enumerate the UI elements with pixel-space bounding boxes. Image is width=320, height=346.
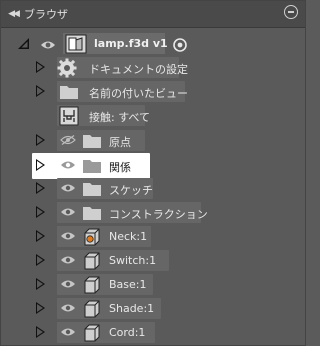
tree-item-label: 原点 <box>109 136 131 149</box>
expand-triangle-icon[interactable] <box>36 182 45 194</box>
root-label: lamp.f3d v1 <box>94 37 168 50</box>
browser-panel: ◀◀ ブラウザ lamp.f3d v1 ドキュメントの設定 名前の付いたビュー … <box>0 0 306 346</box>
eye-icon[interactable] <box>60 160 76 170</box>
tree-row-origin[interactable]: 原点 <box>1 129 305 153</box>
expand-triangle-icon[interactable] <box>36 230 45 242</box>
tree-row-sketches[interactable]: スケッチ <box>1 177 305 201</box>
eye-icon[interactable] <box>60 231 76 241</box>
collapse-triangle-icon[interactable] <box>18 38 30 50</box>
eye-icon[interactable] <box>60 255 76 265</box>
tree-item-label: Shade:1 <box>109 302 155 315</box>
eye-icon[interactable] <box>60 207 76 217</box>
minus-circle-icon[interactable] <box>284 5 298 19</box>
activate-radio-icon[interactable] <box>173 38 187 52</box>
expand-triangle-icon[interactable] <box>36 206 45 218</box>
tree-row-document-settings[interactable]: ドキュメントの設定 <box>1 56 305 80</box>
body-icon <box>84 252 100 270</box>
component-joint-icon <box>84 228 100 246</box>
eye-icon[interactable] <box>60 279 76 289</box>
folder-icon <box>83 183 101 196</box>
tree-item-label: 接触: すべて <box>89 111 150 124</box>
tree-row-base[interactable]: Base:1 <box>1 273 305 297</box>
double-chevron-left-icon[interactable]: ◀◀ <box>4 4 22 24</box>
tree-row-neck[interactable]: Neck:1 <box>1 225 305 249</box>
tree-item-label: Switch:1 <box>109 254 157 267</box>
folder-icon <box>83 207 101 220</box>
gear-icon <box>57 58 77 78</box>
tree-item-label: スケッチ <box>109 184 153 197</box>
expand-triangle-icon[interactable] <box>36 159 45 171</box>
expand-triangle-icon[interactable] <box>36 278 45 290</box>
tree-item-label: Cord:1 <box>109 326 146 339</box>
expand-triangle-icon[interactable] <box>36 61 45 73</box>
body-icon <box>84 300 100 318</box>
contact-icon <box>59 106 79 126</box>
tree-root-row[interactable]: lamp.f3d v1 <box>1 32 305 56</box>
body-icon <box>84 276 100 294</box>
tree-row-cord[interactable]: Cord:1 <box>1 321 305 345</box>
tree-item-label: Neck:1 <box>109 230 148 243</box>
panel-title: ブラウザ <box>24 8 68 21</box>
tree-item-label: Base:1 <box>109 278 147 291</box>
folder-icon <box>83 160 101 173</box>
eye-icon[interactable] <box>60 303 76 313</box>
folder-icon <box>60 86 78 99</box>
eye-icon[interactable] <box>60 327 76 337</box>
expand-triangle-icon[interactable] <box>36 254 45 266</box>
tree-row-switch[interactable]: Switch:1 <box>1 249 305 273</box>
tree-row-relations[interactable]: 関係 <box>1 152 305 179</box>
browser-header: ◀◀ ブラウザ <box>1 1 305 28</box>
eye-hidden-icon[interactable] <box>60 135 76 145</box>
component-icon <box>65 34 87 54</box>
body-icon <box>84 324 100 342</box>
tree-row-shade[interactable]: Shade:1 <box>1 297 305 321</box>
expand-triangle-icon[interactable] <box>36 302 45 314</box>
tree-item-label: ドキュメントの設定 <box>89 63 188 76</box>
eye-icon[interactable] <box>60 183 76 193</box>
expand-triangle-icon[interactable] <box>36 85 45 97</box>
tree-row-named-views[interactable]: 名前の付いたビュー <box>1 80 305 104</box>
tree-item-label: 関係 <box>109 161 131 174</box>
tree-item-label: 名前の付いたビュー <box>89 87 188 100</box>
tree-row-construction[interactable]: コンストラクション <box>1 201 305 225</box>
expand-triangle-icon[interactable] <box>36 134 45 146</box>
folder-icon <box>83 135 101 148</box>
expand-triangle-icon[interactable] <box>36 326 45 338</box>
eye-icon[interactable] <box>40 40 56 50</box>
tree-item-label: コンストラクション <box>109 208 208 221</box>
tree-row-contact[interactable]: 接触: すべて <box>1 104 305 128</box>
